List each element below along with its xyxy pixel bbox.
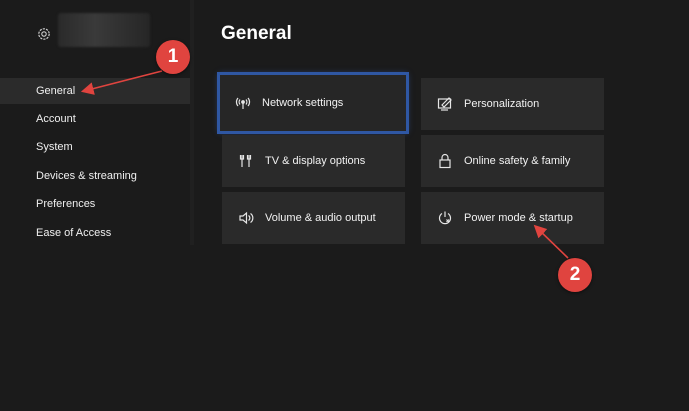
tile-label: Online safety & family xyxy=(464,155,571,167)
tv-display-icon xyxy=(238,153,254,169)
sidebar-item-label: Ease of Access xyxy=(36,227,112,239)
tile-label: Power mode & startup xyxy=(464,212,573,224)
sidebar-item-account[interactable]: Account xyxy=(0,106,190,132)
annotation-badge-2: 2 xyxy=(558,258,592,292)
tile-label: TV & display options xyxy=(265,155,366,167)
tile-online-safety-family[interactable]: Online safety & family xyxy=(421,135,604,187)
tile-tv-display-options[interactable]: TV & display options xyxy=(222,135,405,187)
sidebar-item-label: Account xyxy=(36,113,76,125)
sidebar-item-system[interactable]: System xyxy=(0,134,190,160)
sidebar-item-label: Preferences xyxy=(36,198,96,210)
sidebar-item-ease-of-access[interactable]: Ease of Access xyxy=(0,220,190,246)
sidebar-item-label: System xyxy=(36,141,73,153)
tile-label: Personalization xyxy=(464,98,540,110)
tile-power-mode-startup[interactable]: Power mode & startup xyxy=(421,192,604,244)
tile-network-settings[interactable]: Network settings xyxy=(217,72,409,134)
tile-volume-audio-output[interactable]: Volume & audio output xyxy=(222,192,405,244)
gear-icon[interactable] xyxy=(36,26,52,42)
avatar[interactable] xyxy=(58,13,150,47)
sidebar-divider xyxy=(190,0,194,245)
lock-icon xyxy=(437,153,453,169)
annotation-badge-1: 1 xyxy=(156,40,190,74)
tile-personalization[interactable]: Personalization xyxy=(421,78,604,130)
sidebar-item-devices-streaming[interactable]: Devices & streaming xyxy=(0,163,190,189)
sidebar-item-label: Devices & streaming xyxy=(36,170,137,182)
power-mode-icon xyxy=(437,210,453,226)
speaker-icon xyxy=(238,210,254,226)
page-title: General xyxy=(221,23,292,44)
sidebar-item-preferences[interactable]: Preferences xyxy=(0,191,190,217)
tile-label: Volume & audio output xyxy=(265,212,376,224)
sidebar-item-general[interactable]: General xyxy=(0,78,190,104)
tile-label: Network settings xyxy=(262,97,344,109)
sidebar-item-label: General xyxy=(36,85,76,97)
personalization-icon xyxy=(437,96,453,112)
network-icon xyxy=(235,95,251,111)
